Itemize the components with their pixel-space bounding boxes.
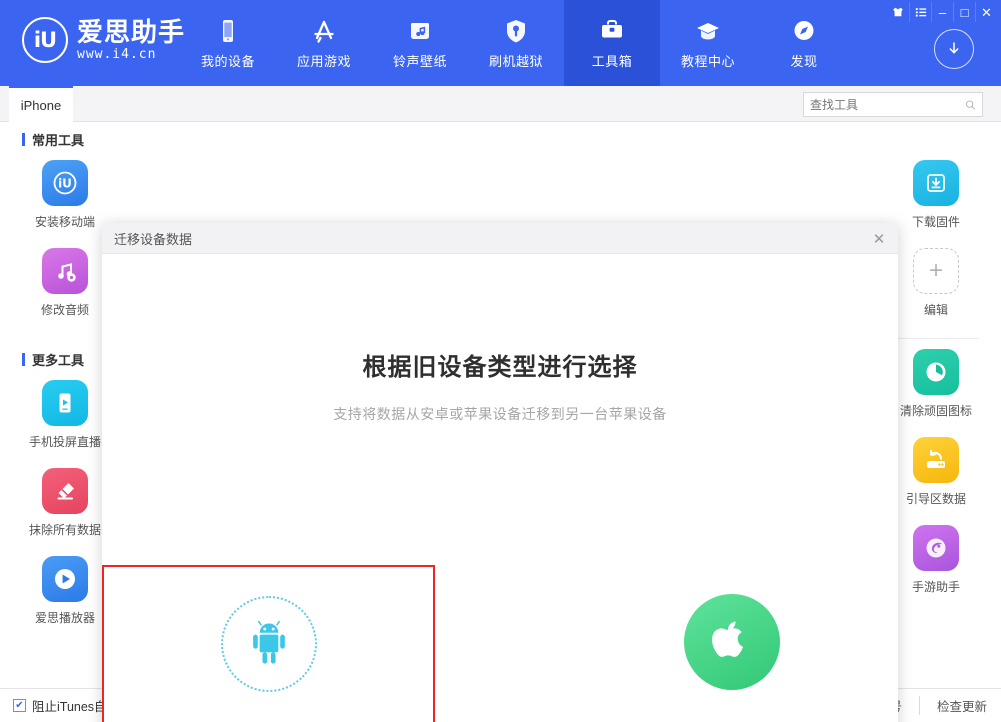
eraser-icon — [42, 468, 88, 514]
skin-icon — [892, 6, 904, 18]
close-button[interactable]: ✕ — [975, 2, 997, 22]
column-divider — [893, 338, 979, 339]
choice-android-device[interactable]: 旧设备是安卓设备（尝鲜版） 下载移动端进行连接 — [102, 565, 435, 722]
tool-label: 下载固件 — [912, 213, 960, 230]
tool-label: 安装移动端 — [35, 213, 95, 230]
sub-header: iPhone — [0, 86, 1001, 122]
tool-label: 手游助手 — [912, 578, 960, 595]
boot-restore-icon — [913, 437, 959, 483]
screen-cast-icon — [42, 380, 88, 426]
tool-label: 修改音频 — [41, 301, 89, 318]
appstore-icon — [310, 17, 338, 45]
download-manager-button[interactable] — [934, 29, 974, 69]
maximize-button[interactable]: □ — [953, 2, 975, 22]
section-accent-bar — [22, 353, 25, 366]
close-icon: ✕ — [981, 6, 992, 19]
play-icon — [42, 556, 88, 602]
dialog-body: 根据旧设备类型进行选择 支持将数据从安卓或苹果设备迁移到另一台苹果设备 — [102, 347, 898, 722]
device-tab-iphone[interactable]: iPhone — [9, 86, 73, 122]
logo-title: 爱思助手 — [77, 17, 185, 47]
download-firmware-icon — [913, 160, 959, 206]
shield-key-icon — [502, 17, 530, 45]
minimize-icon: – — [939, 6, 946, 19]
clock-icon — [913, 349, 959, 395]
section-header-common-tools: 常用工具 — [0, 122, 130, 156]
window-controls: – □ ✕ — [887, 2, 997, 22]
i4-logo-icon: iU — [22, 17, 68, 63]
nav-label: 我的设备 — [201, 51, 255, 70]
music-folder-icon — [406, 17, 434, 45]
android-robot-icon — [221, 596, 317, 692]
nav-item-ringtone-wallpaper[interactable]: 铃声壁纸 — [372, 0, 468, 86]
search-icon — [965, 98, 976, 112]
nav-item-discover[interactable]: 发现 — [756, 0, 852, 86]
minimize-button[interactable]: – — [931, 2, 953, 22]
nav-label: 刷机越狱 — [489, 51, 543, 70]
maximize-icon: □ — [961, 6, 969, 19]
section-title: 更多工具 — [32, 350, 84, 369]
dialog-title: 迁移设备数据 — [114, 229, 192, 248]
compass-icon — [790, 17, 818, 45]
audio-edit-icon — [42, 248, 88, 294]
logo-url: www.i4.cn — [77, 47, 185, 63]
phone-icon — [214, 17, 242, 45]
dialog-subtitle: 支持将数据从安卓或苹果设备迁移到另一台苹果设备 — [102, 404, 898, 424]
dialog-close-icon[interactable]: ✕ — [870, 230, 888, 248]
nav-label: 应用游戏 — [297, 51, 351, 70]
app-window: iU 爱思助手 www.i4.cn 我的设备 — [0, 0, 1001, 722]
skin-button[interactable] — [887, 2, 909, 22]
nav-item-my-device[interactable]: 我的设备 — [180, 0, 276, 86]
check-update-link[interactable]: 检查更新 — [919, 696, 987, 715]
svg-text:iU: iU — [58, 177, 72, 191]
tool-label: 手机投屏直播 — [29, 433, 101, 450]
choice-apple-device[interactable]: 旧设备是苹果设备 数据线连接 — [565, 565, 898, 722]
tool-label: 引导区数据 — [906, 490, 966, 507]
toolbox-icon — [598, 17, 626, 45]
menu-button[interactable] — [909, 2, 931, 22]
game-assistant-icon — [913, 525, 959, 571]
apple-logo-icon — [684, 594, 780, 690]
nav-item-toolbox[interactable]: 工具箱 — [564, 0, 660, 86]
tool-label: 爱思播放器 — [35, 609, 95, 626]
nav-label: 发现 — [790, 51, 817, 70]
plus-icon: + — [913, 248, 959, 294]
nav-label: 教程中心 — [681, 51, 735, 70]
dialog-titlebar: 迁移设备数据 ✕ — [102, 223, 898, 254]
section-accent-bar — [22, 133, 25, 146]
tool-label: 清除顽固图标 — [900, 402, 972, 419]
logo-text-block: 爱思助手 www.i4.cn — [77, 17, 185, 63]
nav-item-flash-jailbreak[interactable]: 刷机越狱 — [468, 0, 564, 86]
main-nav: 我的设备 应用游戏 — [180, 0, 852, 86]
menu-icon — [915, 6, 927, 18]
device-tab-label: iPhone — [21, 98, 61, 113]
migrate-device-data-dialog: 迁移设备数据 ✕ 根据旧设备类型进行选择 支持将数据从安卓或苹果设备迁移到另一台… — [102, 223, 898, 722]
tool-label: 抹除所有数据 — [29, 521, 101, 538]
nav-item-tutorial-center[interactable]: 教程中心 — [660, 0, 756, 86]
nav-label: 铃声壁纸 — [393, 51, 447, 70]
i4-app-icon: iU — [42, 160, 88, 206]
main-content: 常用工具 iU 安装移动端 — [0, 122, 1001, 688]
tool-label: 编辑 — [924, 301, 948, 318]
nav-label: 工具箱 — [592, 51, 633, 70]
app-logo[interactable]: iU 爱思助手 www.i4.cn — [22, 17, 185, 63]
search-box[interactable] — [803, 92, 983, 117]
section-title: 常用工具 — [32, 130, 84, 149]
graduation-cap-icon — [694, 17, 722, 45]
dialog-heading: 根据旧设备类型进行选择 — [102, 347, 898, 382]
download-circle-icon — [943, 38, 965, 60]
checkbox-icon[interactable]: ✔ — [13, 699, 26, 712]
search-input[interactable] — [810, 98, 965, 112]
top-navigation-bar: iU 爱思助手 www.i4.cn 我的设备 — [0, 0, 1001, 86]
choice-group: 旧设备是安卓设备（尝鲜版） 下载移动端进行连接 旧设备是苹果设备 数据线连接 — [102, 565, 898, 722]
nav-item-apps-games[interactable]: 应用游戏 — [276, 0, 372, 86]
